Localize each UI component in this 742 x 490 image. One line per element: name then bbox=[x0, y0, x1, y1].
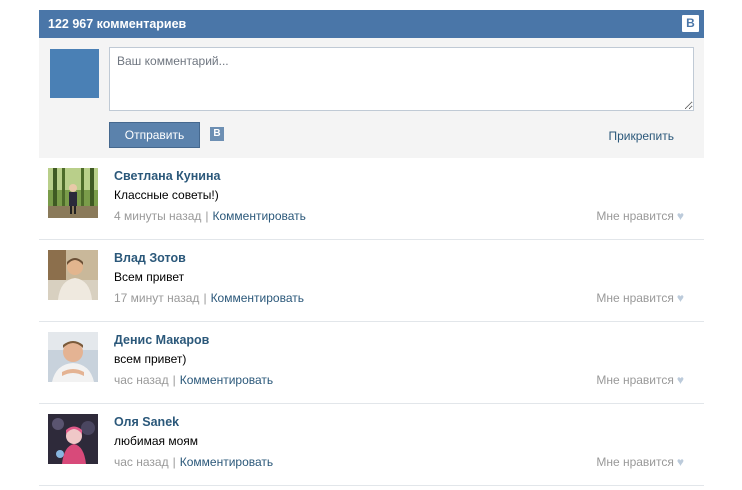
like-button[interactable]: Мне нравится ♥ bbox=[596, 373, 684, 387]
like-label: Мне нравится bbox=[596, 455, 674, 469]
vk-logo-icon[interactable]: B bbox=[682, 15, 699, 32]
meta-separator: | bbox=[205, 209, 209, 223]
reply-link[interactable]: Комментировать bbox=[213, 209, 306, 223]
comments-widget: 122 967 комментариев B Отправить B Прикр… bbox=[39, 10, 704, 486]
attach-link[interactable]: Прикрепить bbox=[608, 129, 674, 143]
vk-share-icon[interactable]: B bbox=[210, 127, 224, 141]
like-button[interactable]: Мне нравится ♥ bbox=[596, 291, 684, 305]
comment-item: Светлана Кунина Классные советы!) 4 мину… bbox=[39, 158, 704, 240]
meta-separator: | bbox=[203, 291, 207, 305]
like-label: Мне нравится bbox=[596, 373, 674, 387]
reply-link[interactable]: Комментировать bbox=[180, 373, 273, 387]
like-label: Мне нравится bbox=[596, 209, 674, 223]
compose-area: Отправить B Прикрепить bbox=[39, 38, 704, 158]
heart-icon: ♥ bbox=[676, 455, 684, 469]
comment-author[interactable]: Оля Sanek bbox=[114, 415, 179, 429]
reply-link[interactable]: Комментировать bbox=[211, 291, 304, 305]
comment-meta: час назад | Комментировать bbox=[114, 373, 273, 387]
comment-item: Денис Макаров всем привет) час назад | Ком… bbox=[39, 322, 704, 404]
meta-separator: | bbox=[172, 455, 176, 469]
comment-time[interactable]: 4 минуты назад bbox=[114, 209, 201, 223]
heart-icon: ♥ bbox=[676, 209, 684, 223]
like-button[interactable]: Мне нравится ♥ bbox=[596, 209, 684, 223]
avatar[interactable] bbox=[48, 414, 98, 464]
comment-item: Оля Sanek любимая моям час назад | Коммент… bbox=[39, 404, 704, 486]
comment-author[interactable]: Денис Макаров bbox=[114, 333, 209, 347]
heart-icon: ♥ bbox=[676, 291, 684, 305]
meta-separator: | bbox=[172, 373, 176, 387]
like-label: Мне нравится bbox=[596, 291, 674, 305]
comment-meta: 17 минут назад | Комментировать bbox=[114, 291, 304, 305]
comment-author[interactable]: Влад Зотов bbox=[114, 251, 186, 265]
comment-time[interactable]: час назад bbox=[114, 455, 169, 469]
comment-time[interactable]: час назад bbox=[114, 373, 169, 387]
comment-text: всем привет) bbox=[114, 352, 187, 366]
comments-header: 122 967 комментариев B bbox=[39, 10, 704, 38]
reply-link[interactable]: Комментировать bbox=[180, 455, 273, 469]
comment-time[interactable]: 17 минут назад bbox=[114, 291, 199, 305]
comment-item: Влад Зотов Всем привет 17 минут назад | Ко… bbox=[39, 240, 704, 322]
comment-text: любимая моям bbox=[114, 434, 199, 448]
avatar[interactable] bbox=[48, 250, 98, 300]
comment-meta: 4 минуты назад | Комментировать bbox=[114, 209, 306, 223]
comment-text: Классные советы!) bbox=[114, 188, 219, 202]
comment-text: Всем привет bbox=[114, 270, 185, 284]
current-user-avatar bbox=[50, 49, 99, 98]
avatar[interactable] bbox=[48, 168, 98, 218]
comment-author[interactable]: Светлана Кунина bbox=[114, 169, 220, 183]
avatar[interactable] bbox=[48, 332, 98, 382]
heart-icon: ♥ bbox=[676, 373, 684, 387]
send-button[interactable]: Отправить bbox=[109, 122, 200, 148]
comments-count-title: 122 967 комментариев bbox=[48, 17, 187, 31]
comment-input[interactable] bbox=[109, 47, 694, 111]
like-button[interactable]: Мне нравится ♥ bbox=[596, 455, 684, 469]
comment-meta: час назад | Комментировать bbox=[114, 455, 273, 469]
